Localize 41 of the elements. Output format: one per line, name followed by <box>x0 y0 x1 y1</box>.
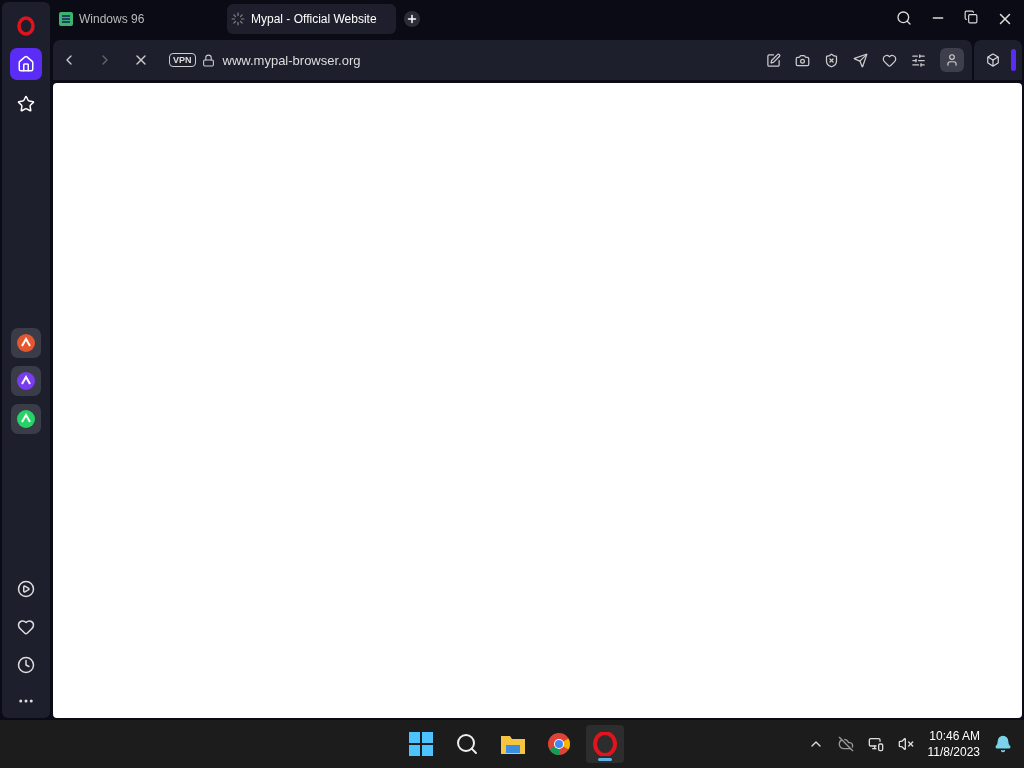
vpn-badge[interactable]: VPN <box>169 53 196 67</box>
heart-icon[interactable] <box>882 52 897 68</box>
loading-icon <box>231 12 245 26</box>
cloud-off-icon[interactable] <box>837 736 854 752</box>
restore-icon[interactable] <box>964 10 978 24</box>
mute-icon[interactable] <box>897 736 914 752</box>
sidebar-app-button[interactable] <box>11 404 41 434</box>
heart-icon[interactable] <box>17 618 35 636</box>
sidebar-app-button[interactable] <box>11 328 41 358</box>
search-icon <box>455 732 479 756</box>
chrome-icon <box>547 732 571 756</box>
app-icon <box>17 334 35 352</box>
url-text[interactable]: www.mypal-browser.org <box>222 52 361 68</box>
sidebar-app-button[interactable] <box>11 366 41 396</box>
browser-tab[interactable]: Mypal - Official Website <box>227 4 396 34</box>
app-icon <box>17 372 35 390</box>
folder-icon <box>500 733 526 755</box>
home-icon[interactable] <box>10 48 42 80</box>
shield-icon[interactable] <box>824 52 839 68</box>
opera-icon <box>593 732 617 756</box>
person-icon <box>945 53 959 67</box>
settings-icon[interactable] <box>911 52 926 68</box>
search-icon[interactable] <box>896 10 912 26</box>
send-icon[interactable] <box>853 52 868 68</box>
history-icon[interactable] <box>17 656 35 674</box>
bell-icon[interactable] <box>994 735 1012 753</box>
clock[interactable]: 10:46 AM 11/8/2023 <box>927 728 980 760</box>
site-icon <box>59 12 73 26</box>
player-icon[interactable] <box>17 580 35 598</box>
edit-icon[interactable] <box>766 52 781 68</box>
opera-logo-icon[interactable] <box>17 16 35 36</box>
cube-icon[interactable] <box>986 53 1000 67</box>
lock-icon <box>201 53 215 67</box>
app-icon <box>17 410 35 428</box>
taskbar-app[interactable] <box>586 725 624 763</box>
browser-tab[interactable]: Windows 96 <box>55 4 219 34</box>
camera-icon[interactable] <box>795 52 810 68</box>
new-tab-button[interactable] <box>404 11 420 27</box>
network-icon[interactable] <box>867 736 884 752</box>
accent-bar <box>1011 49 1016 71</box>
profile-button[interactable] <box>940 48 964 72</box>
